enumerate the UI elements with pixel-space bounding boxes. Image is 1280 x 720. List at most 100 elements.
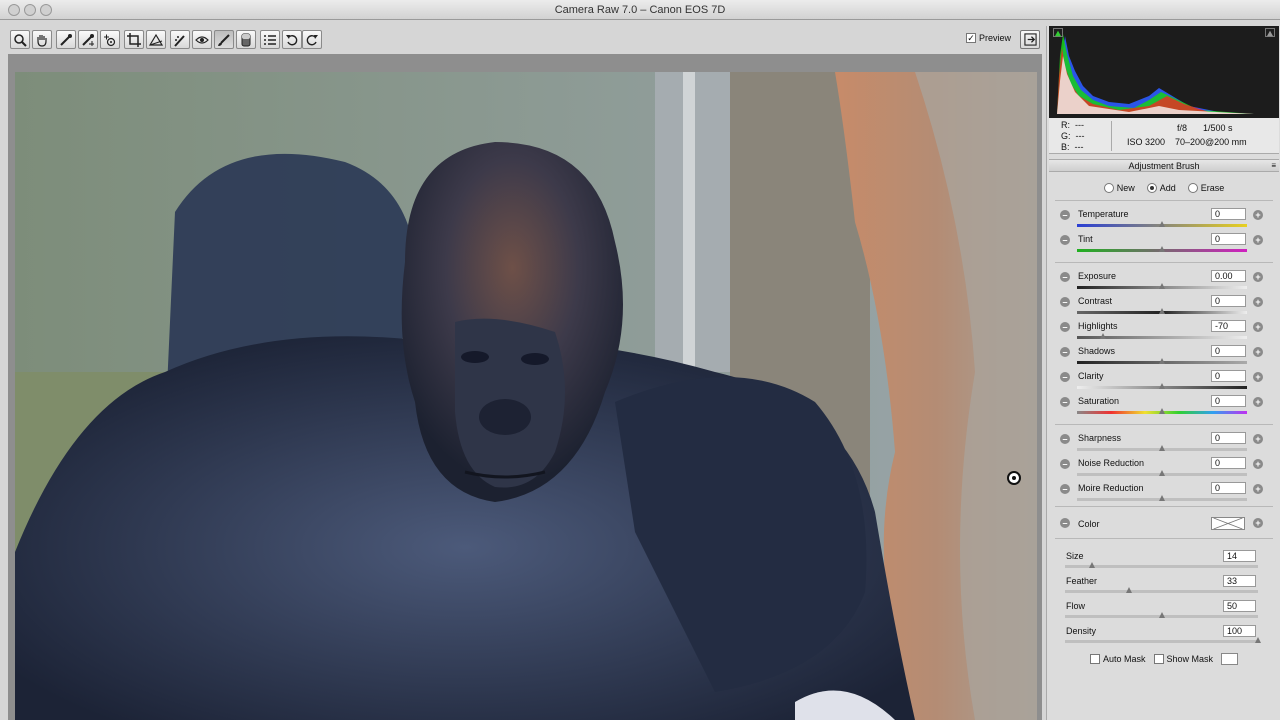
auto-mask-checkbox[interactable]: Auto Mask (1089, 654, 1146, 664)
clarity-value-field[interactable]: 0 (1211, 370, 1246, 382)
b-readout: B: --- (1061, 142, 1084, 152)
moire-reduction-thumb[interactable] (1159, 495, 1165, 501)
clarity-thumb[interactable] (1159, 383, 1165, 389)
moire-reduction-plus-button[interactable]: + (1253, 484, 1263, 494)
exposure-label: Exposure (1078, 271, 1117, 281)
highlights-value-field[interactable]: -70 (1211, 320, 1246, 332)
tint-plus-button[interactable]: + (1253, 235, 1263, 245)
brush-density-value-field[interactable]: 100 (1223, 625, 1256, 637)
tint-thumb[interactable] (1159, 246, 1165, 252)
noise-reduction-thumb[interactable] (1159, 470, 1165, 476)
preferences-button[interactable] (260, 30, 280, 49)
mode-add-radio[interactable]: Add (1146, 181, 1176, 195)
zoom-tool-button[interactable] (10, 30, 30, 49)
zoom-window-button[interactable] (40, 4, 52, 16)
rotate-ccw-button[interactable] (282, 30, 302, 49)
exposure-value-field[interactable]: 0.00 (1211, 270, 1246, 282)
saturation-label: Saturation (1078, 396, 1120, 406)
brush-flow-label: Flow (1066, 601, 1086, 611)
tint-value-field[interactable]: 0 (1211, 233, 1246, 245)
noise-reduction-minus-button[interactable]: – (1060, 459, 1070, 469)
show-mask-checkbox[interactable]: Show Mask (1153, 654, 1213, 664)
exposure-minus-button[interactable]: – (1060, 272, 1070, 282)
moire-reduction-minus-button[interactable]: – (1060, 484, 1070, 494)
brush-flow-thumb[interactable] (1158, 612, 1165, 618)
targeted-adjustment-tool-button[interactable] (100, 30, 120, 49)
moire-reduction-value-field[interactable]: 0 (1211, 482, 1246, 494)
highlights-label: Highlights (1078, 321, 1118, 331)
brush-feather-track[interactable] (1065, 590, 1258, 593)
brush-size-value-field[interactable]: 14 (1223, 550, 1256, 562)
saturation-thumb[interactable] (1159, 408, 1165, 414)
color-sampler-tool-button[interactable] (78, 30, 98, 49)
color-swatch[interactable] (1211, 517, 1245, 530)
saturation-value-field[interactable]: 0 (1211, 395, 1246, 407)
brush-feather-value-field[interactable]: 33 (1223, 575, 1256, 587)
temperature-minus-button[interactable]: – (1060, 210, 1070, 220)
temperature-plus-button[interactable]: + (1253, 210, 1263, 220)
slider-sharpness: – Sharpness 0 + (1047, 432, 1280, 454)
exposure-thumb[interactable] (1159, 283, 1165, 289)
red-eye-tool-button[interactable] (192, 30, 212, 49)
preview-label: Preview (979, 33, 1012, 43)
adjustment-brush-tool-button[interactable] (214, 30, 234, 49)
shadows-plus-button[interactable]: + (1253, 347, 1263, 357)
graduated-filter-tool-button[interactable] (236, 30, 256, 49)
shutter-value: 1/500 s (1203, 123, 1233, 133)
highlights-plus-button[interactable]: + (1253, 322, 1263, 332)
color-row: – Color + (1047, 515, 1280, 531)
noise-reduction-plus-button[interactable]: + (1253, 459, 1263, 469)
shadows-minus-button[interactable]: – (1060, 347, 1070, 357)
straighten-tool-button[interactable] (146, 30, 166, 49)
sharpness-minus-button[interactable]: – (1060, 434, 1070, 444)
contrast-minus-button[interactable]: – (1060, 297, 1070, 307)
sharpness-value-field[interactable]: 0 (1211, 432, 1246, 444)
shadows-thumb[interactable] (1159, 358, 1165, 364)
rotate-cw-button[interactable] (302, 30, 322, 49)
shadows-value-field[interactable]: 0 (1211, 345, 1246, 357)
minimize-window-button[interactable] (24, 4, 36, 16)
saturation-plus-button[interactable]: + (1253, 397, 1263, 407)
highlights-minus-button[interactable]: – (1060, 322, 1070, 332)
preview-toggle[interactable]: ✓ Preview (966, 33, 1011, 43)
brush-flow-value-field[interactable]: 50 (1223, 600, 1256, 612)
highlight-clipping-toggle[interactable] (1265, 28, 1275, 37)
color-plus-button[interactable]: + (1253, 518, 1263, 528)
white-balance-tool-button[interactable] (56, 30, 76, 49)
mode-erase-radio[interactable]: Erase (1187, 181, 1224, 195)
saturation-minus-button[interactable]: – (1060, 397, 1070, 407)
highlights-thumb[interactable] (1099, 333, 1106, 339)
brush-density-track[interactable] (1065, 640, 1258, 643)
color-sampler-icon (82, 33, 94, 46)
panel-menu-icon[interactable]: ≡ (1271, 160, 1276, 172)
spot-removal-tool-button[interactable] (170, 30, 190, 49)
hand-tool-button[interactable] (32, 30, 52, 49)
fullscreen-button[interactable] (1020, 30, 1040, 49)
crop-icon (127, 32, 141, 47)
rotate-right-icon (306, 34, 318, 45)
brush-size-thumb[interactable] (1089, 562, 1096, 568)
clarity-plus-button[interactable]: + (1253, 372, 1263, 382)
mode-new-radio[interactable]: New (1103, 181, 1135, 195)
contrast-value-field[interactable]: 0 (1211, 295, 1246, 307)
clarity-minus-button[interactable]: – (1060, 372, 1070, 382)
mask-color-swatch[interactable] (1221, 653, 1239, 665)
brush-feather-thumb[interactable] (1125, 587, 1132, 593)
photo-canvas[interactable] (15, 72, 1037, 720)
temperature-thumb[interactable] (1159, 221, 1165, 227)
contrast-thumb[interactable] (1159, 308, 1165, 314)
sharpness-plus-button[interactable]: + (1253, 434, 1263, 444)
noise-reduction-value-field[interactable]: 0 (1211, 457, 1246, 469)
color-minus-button[interactable]: – (1060, 518, 1070, 528)
temperature-value-field[interactable]: 0 (1211, 208, 1246, 220)
crop-tool-button[interactable] (124, 30, 144, 49)
tint-minus-button[interactable]: – (1060, 235, 1070, 245)
close-window-button[interactable] (8, 4, 20, 16)
exposure-plus-button[interactable]: + (1253, 272, 1263, 282)
contrast-plus-button[interactable]: + (1253, 297, 1263, 307)
shadow-clipping-toggle[interactable] (1053, 28, 1063, 37)
brush-density-thumb[interactable] (1255, 637, 1261, 643)
preview-checkbox[interactable]: ✓ (966, 33, 976, 43)
sharpness-thumb[interactable] (1159, 445, 1165, 451)
gorilla-photo (15, 72, 1037, 720)
